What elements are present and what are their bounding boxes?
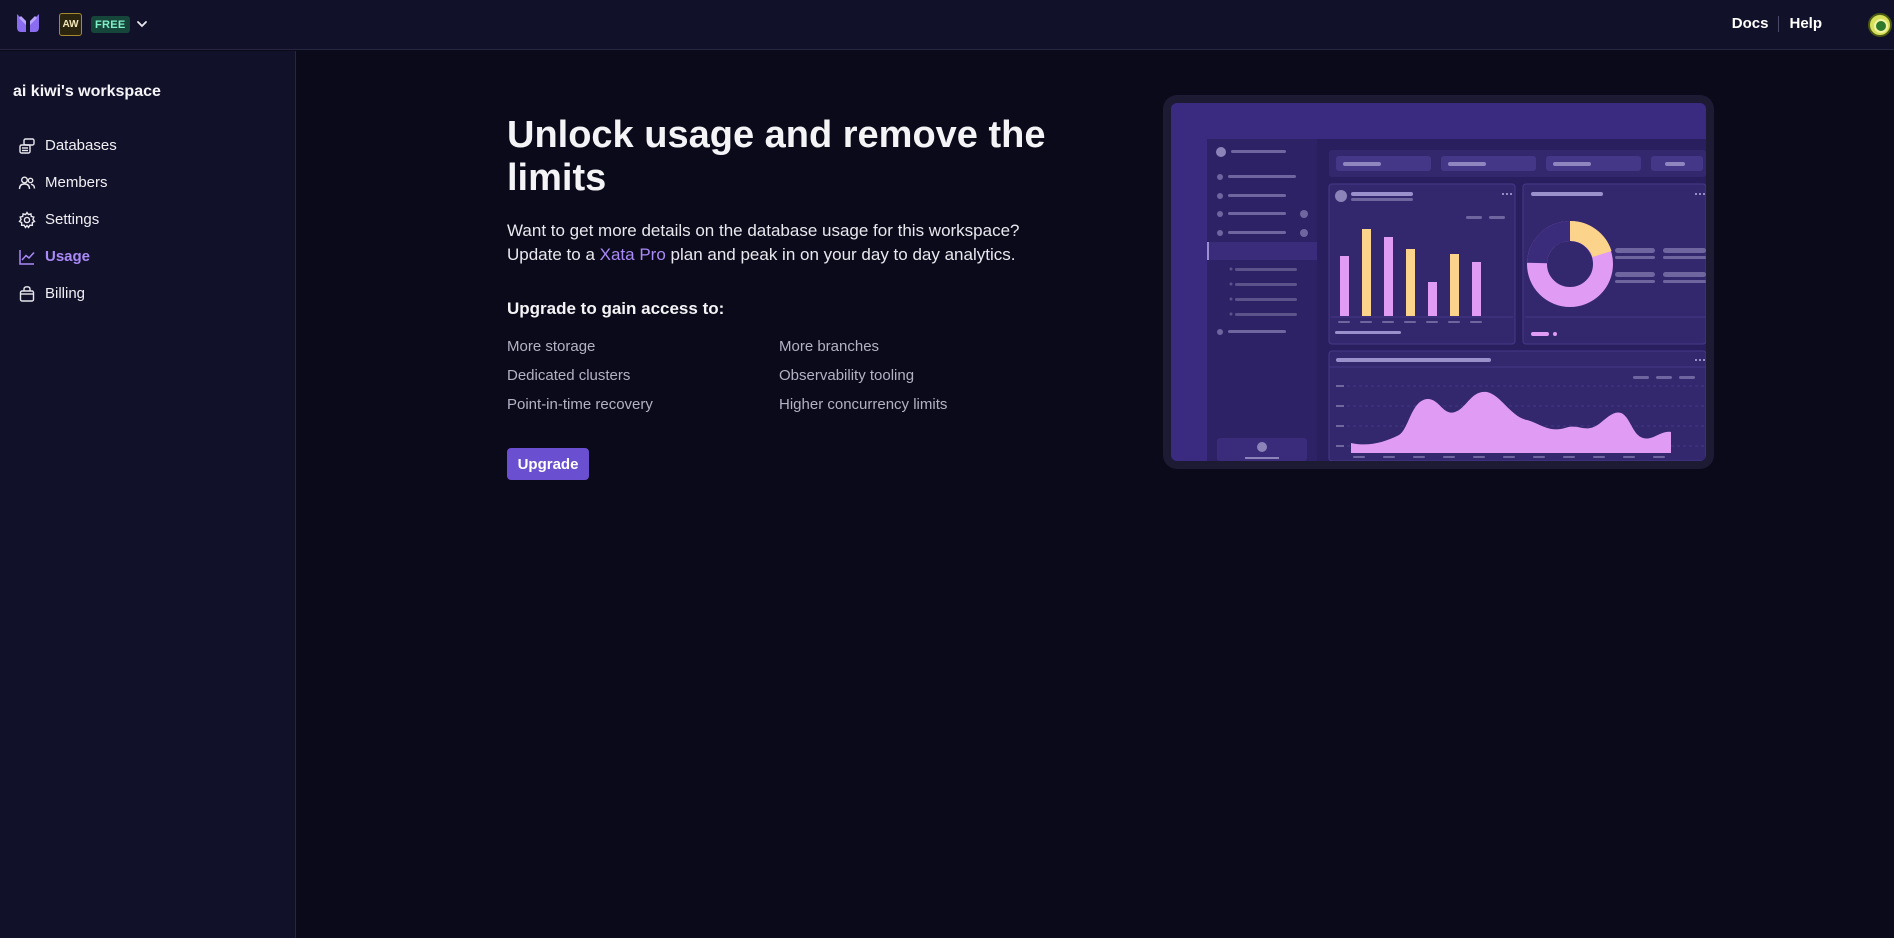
xata-logo-icon[interactable] (15, 12, 41, 36)
description-post: plan and peak in on your day to day anal… (665, 245, 1016, 264)
sidebar-item-databases[interactable]: Databases (18, 127, 117, 164)
sidebar-item-label: Usage (45, 248, 91, 265)
chevron-down-icon[interactable] (136, 19, 148, 29)
dashboard-preview-image (1163, 95, 1714, 469)
feature-item: Dedicated clusters (507, 367, 631, 384)
user-avatar[interactable] (1868, 13, 1892, 37)
page-description: Want to get more details on the database… (507, 219, 1067, 267)
plan-badge: FREE (91, 16, 130, 33)
help-link[interactable]: Help (1789, 15, 1822, 32)
upgrade-button[interactable]: Upgrade (507, 448, 589, 480)
workspace-title: ai kiwi's workspace (13, 83, 161, 100)
feature-item: More branches (779, 338, 880, 355)
top-links: Docs Help (1732, 15, 1822, 32)
divider (1778, 15, 1780, 32)
xata-pro-link[interactable]: Xata Pro (600, 245, 666, 264)
top-bar: AW FREE Docs Help (0, 0, 1894, 50)
sidebar-item-label: Billing (45, 285, 86, 302)
sidebar-item-usage[interactable]: Usage (18, 238, 117, 275)
sidebar: ai kiwi's workspace Databases Members Se… (0, 51, 296, 938)
feature-item: Point-in-time recovery (507, 396, 653, 413)
feature-list: More storage More branches Dedicated clu… (507, 338, 987, 414)
members-icon (18, 174, 36, 192)
sidebar-item-label: Databases (45, 137, 117, 154)
sidebar-item-members[interactable]: Members (18, 164, 117, 201)
feature-item: Higher concurrency limits (779, 396, 948, 413)
dashboard-preview-screen (1171, 103, 1706, 461)
description-line-1: Want to get more details on the database… (507, 221, 1020, 240)
page-title: Unlock usage and remove the limits (507, 114, 1046, 199)
sidebar-item-settings[interactable]: Settings (18, 201, 117, 238)
sidebar-item-billing[interactable]: Billing (18, 275, 117, 312)
description-pre: Update to a (507, 245, 600, 264)
chart-line-icon (18, 248, 36, 266)
docs-link[interactable]: Docs (1732, 15, 1769, 32)
dashboard-illustration (1207, 139, 1706, 461)
feature-item: More storage (507, 338, 596, 355)
sidebar-item-label: Members (45, 174, 108, 191)
gear-icon (18, 210, 36, 229)
bag-icon (18, 285, 36, 303)
access-heading: Upgrade to gain access to: (507, 299, 725, 318)
workspace-avatar[interactable]: AW (59, 13, 82, 36)
sidebar-nav: Databases Members Settings Usage Billing (18, 127, 117, 312)
feature-item: Observability tooling (779, 367, 915, 384)
sidebar-item-label: Settings (45, 211, 100, 228)
database-icon (18, 137, 36, 155)
